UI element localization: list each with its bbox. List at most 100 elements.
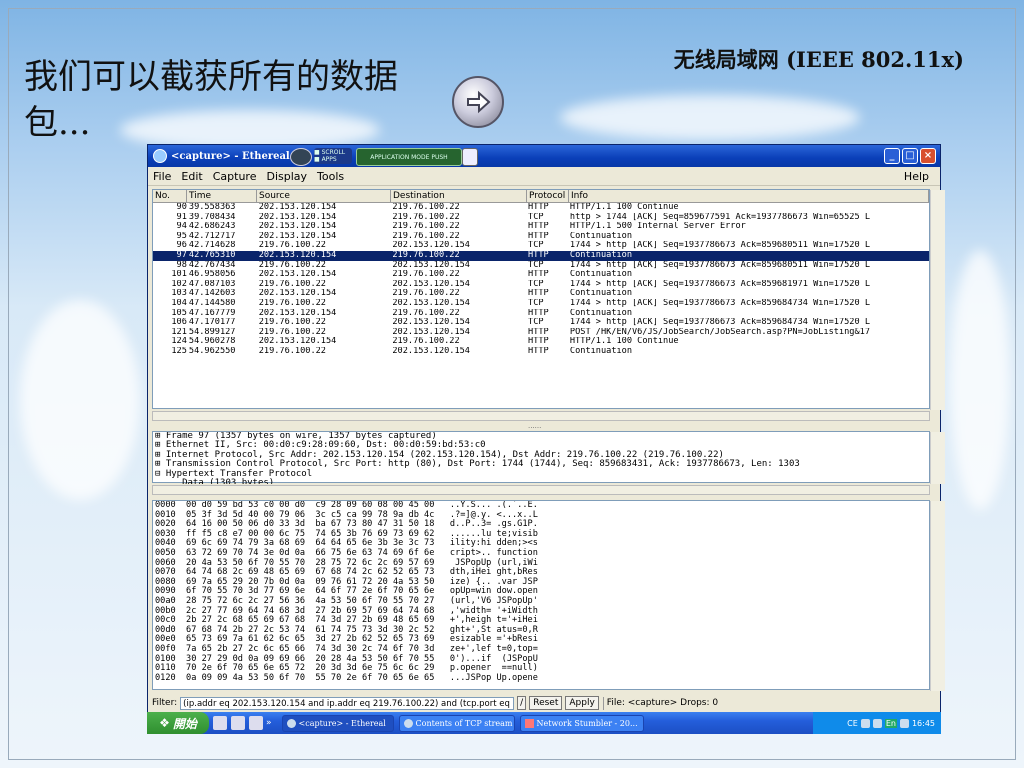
packet-row[interactable]: 102 47.087103 219.76.100.22 202.153.120.154… (153, 280, 929, 290)
task-ethereal[interactable]: <capture> - Ethereal (281, 714, 394, 732)
volume-icon[interactable] (872, 718, 882, 728)
menu-help[interactable]: Help (904, 170, 929, 183)
task-tcp-stream[interactable]: Contents of TCP stream (398, 714, 515, 732)
scroll-apps-badge[interactable]: ■ SCROLL ■ APPS (314, 148, 352, 164)
filter-label: Filter: (152, 698, 178, 708)
stumbler-task-icon (524, 718, 534, 728)
quicklaunch-icon[interactable] (249, 716, 263, 730)
packet-list-hscrollbar[interactable] (152, 411, 930, 421)
packet-time: 54.960278 (188, 337, 236, 347)
pane-splitter[interactable]: ...... (528, 422, 541, 430)
packet-row[interactable]: 103 47.142603 202.153.120.154 219.76.100.22… (153, 289, 929, 299)
packet-destination: 202.153.120.154 (392, 241, 470, 251)
filter-dropdown-button[interactable]: / (517, 696, 527, 710)
cloud-decoration (560, 95, 860, 140)
hex-lines: 0000 00 d0 59 bd 53 c0 00 d0 c9 28 09 60… (153, 501, 929, 691)
column-no[interactable]: No. (153, 190, 187, 202)
packet-source: 202.153.120.154 (258, 270, 337, 280)
packet-time: 47.144580 (188, 298, 236, 308)
packet-info: http > 1744 [ACK] Seq=859677591 Ack=1937… (569, 212, 871, 222)
close-button[interactable]: × (920, 148, 936, 164)
quicklaunch-icon[interactable] (213, 716, 227, 730)
column-destination[interactable]: Destination (391, 190, 527, 202)
packet-row[interactable]: 104 47.144580 219.76.100.22 202.153.120.154… (153, 299, 929, 309)
column-protocol[interactable]: Protocol (527, 190, 569, 202)
start-label: 開始 (172, 716, 197, 731)
packet-destination: 219.76.100.22 (392, 250, 460, 260)
details-scrollbar[interactable] (930, 432, 945, 484)
window-title: <capture> - Ethereal (171, 150, 290, 162)
packet-rows: 90 39.558363 202.153.120.154 219.76.100.22 H… (153, 203, 929, 357)
details-hscrollbar[interactable] (152, 485, 930, 495)
packet-row[interactable]: 105 47.167779 202.153.120.154 219.76.100.22… (153, 309, 929, 319)
window-mini-icon[interactable] (462, 148, 478, 166)
packet-time: 42.767434 (188, 260, 236, 270)
packet-list-pane[interactable]: No. Time Source Destination Protocol Inf… (152, 189, 945, 410)
ethereal-task-icon (403, 718, 413, 728)
filter-input[interactable]: (ip.addr eq 202.153.120.154 and ip.addr … (180, 696, 515, 710)
packet-row[interactable]: 90 39.558363 202.153.120.154 219.76.100.22 H… (153, 203, 929, 213)
packet-row[interactable]: 101 46.958056 202.153.120.154 219.76.100.22… (153, 270, 929, 280)
packet-list-scrollbar[interactable] (930, 190, 945, 410)
packet-row[interactable]: 125 54.962550 219.76.100.22 202.153.120.154… (153, 347, 929, 357)
apply-button[interactable]: Apply (565, 696, 599, 710)
packet-info: POST /HK/EN/V6/JS/JobSearch/JobSearch.as… (569, 327, 871, 337)
application-mode-badge[interactable]: APPLICATION MODE PUSH (356, 148, 462, 166)
packet-time: 42.765310 (188, 250, 236, 260)
packet-row[interactable]: 97 42.765310 202.153.120.154 219.76.100.22 H… (153, 250, 929, 261)
packet-info: 1744 > http [ACK] Seq=1937786673 Ack=859… (569, 298, 871, 308)
column-source[interactable]: Source (257, 190, 391, 202)
task-network-stumbler[interactable]: Network Stumbler - 20... (519, 714, 644, 732)
packet-row[interactable]: 96 42.714628 219.76.100.22 202.153.120.154 T… (153, 241, 929, 251)
packet-time: 54.899127 (188, 327, 236, 337)
quicklaunch-more[interactable]: » (266, 718, 272, 728)
menu-edit[interactable]: Edit (181, 170, 202, 183)
packet-no: 101 (171, 270, 187, 280)
tray-lang[interactable]: CE (847, 719, 858, 728)
packet-protocol: TCP (528, 241, 544, 251)
windows-taskbar: ❖ 開始 » <capture> - Ethereal Contents of … (147, 712, 941, 734)
packet-info: Continuation (569, 308, 633, 318)
packet-bytes-pane[interactable]: 0000 00 d0 59 bd 53 c0 00 d0 c9 28 09 60… (152, 500, 945, 691)
packet-row[interactable]: 121 54.899127 219.76.100.22 202.153.120.154… (153, 328, 929, 338)
tray-ime[interactable]: En (884, 718, 897, 728)
menu-file[interactable]: File (153, 170, 171, 183)
menu-display[interactable]: Display (266, 170, 307, 183)
packet-row[interactable]: 124 54.960278 202.153.120.154 219.76.100.22… (153, 337, 929, 347)
hex-dump-line[interactable]: 0120 0a 09 09 4a 53 50 6f 70 55 70 2e 6f… (153, 673, 929, 684)
ethereal-task-icon (286, 718, 296, 728)
packet-time: 42.686243 (188, 222, 236, 232)
column-time[interactable]: Time (187, 190, 257, 202)
packet-list-header: No. Time Source Destination Protocol Inf… (153, 190, 929, 203)
packet-protocol: HTTP (528, 222, 549, 232)
menu-capture[interactable]: Capture (213, 170, 257, 183)
detail-tree-item[interactable]: Data (1303 bytes) (153, 478, 929, 484)
network-icon[interactable] (860, 718, 870, 728)
column-info[interactable]: Info (569, 190, 929, 202)
packet-row[interactable]: 94 42.686243 202.153.120.154 219.76.100.22 H… (153, 222, 929, 232)
menu-tools[interactable]: Tools (317, 170, 344, 183)
packet-destination: 202.153.120.154 (392, 318, 470, 328)
reset-button[interactable]: Reset (529, 696, 563, 710)
minimize-button[interactable]: _ (884, 148, 900, 164)
packet-time: 42.714628 (188, 241, 236, 251)
record-icon[interactable] (290, 148, 312, 166)
tray-app-icon[interactable] (899, 718, 909, 728)
packet-details-pane[interactable]: ⊞ Frame 97 (1357 bytes on wire, 1357 byt… (152, 431, 945, 484)
bytes-scrollbar[interactable] (930, 501, 945, 691)
packet-row[interactable]: 91 39.708434 202.153.120.154 219.76.100.22 T… (153, 213, 929, 223)
maximize-button[interactable]: □ (902, 148, 918, 164)
packet-time: 42.712717 (188, 231, 236, 241)
packet-destination: 202.153.120.154 (392, 298, 470, 308)
packet-protocol: TCP (528, 279, 544, 289)
packet-row[interactable]: 106 47.170177 219.76.100.22 202.153.120.154… (153, 318, 929, 328)
window-titlebar[interactable]: <capture> - Ethereal ■ SCROLL ■ APPS APP… (148, 145, 940, 167)
packet-row[interactable]: 98 42.767434 219.76.100.22 202.153.120.154 T… (153, 261, 929, 271)
quicklaunch-icon[interactable] (231, 716, 245, 730)
start-button[interactable]: ❖ 開始 (147, 712, 209, 734)
packet-row[interactable]: 95 42.712717 202.153.120.154 219.76.100.22 H… (153, 232, 929, 242)
packet-info: HTTP/1.1 100 Continue (569, 203, 679, 212)
packet-protocol: TCP (528, 298, 544, 308)
packet-no: 104 (171, 298, 187, 308)
next-arrow-button[interactable] (452, 76, 504, 128)
